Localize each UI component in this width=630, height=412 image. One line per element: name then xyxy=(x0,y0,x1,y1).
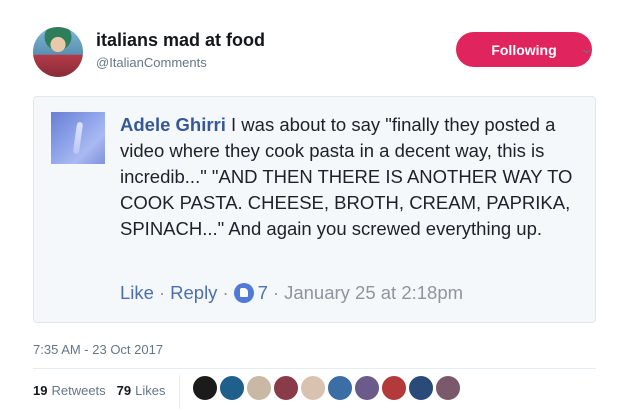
comment-actions: Like · Reply · 7 · January 25 at 2:18pm xyxy=(120,282,463,304)
account-display-name[interactable]: italians mad at food xyxy=(96,30,265,51)
comment-like-link: Like xyxy=(120,282,154,303)
comment-like-count: 7 xyxy=(257,282,268,303)
liker-avatar[interactable] xyxy=(435,375,461,401)
retweets-label: Retweets xyxy=(51,383,106,398)
liker-avatar[interactable] xyxy=(273,375,299,401)
likes-stat[interactable]: 79 Likes xyxy=(117,383,166,398)
separator-dot: · xyxy=(222,282,229,303)
tweet-stats: 19 Retweets 79 Likes xyxy=(33,383,177,398)
divider xyxy=(179,375,180,409)
following-button[interactable]: Following xyxy=(456,32,592,67)
likers-avatars xyxy=(192,375,462,401)
comment-reply-link: Reply xyxy=(170,282,218,303)
account-avatar[interactable] xyxy=(33,27,83,77)
retweets-stat[interactable]: 19 Retweets xyxy=(33,383,106,398)
liker-avatar[interactable] xyxy=(192,375,218,401)
retweets-count: 19 xyxy=(33,383,48,398)
chevron-down-icon[interactable]: ⌄ xyxy=(579,41,594,57)
liker-avatar[interactable] xyxy=(381,375,407,401)
comment-body: Adele Ghirri I was about to say "finally… xyxy=(120,112,580,242)
liker-avatar[interactable] xyxy=(300,375,326,401)
liker-avatar[interactable] xyxy=(354,375,380,401)
account-handle[interactable]: @ItalianComments xyxy=(96,55,207,70)
liker-avatar[interactable] xyxy=(219,375,245,401)
likes-count: 79 xyxy=(116,383,132,398)
comment-author: Adele Ghirri xyxy=(120,114,226,135)
divider xyxy=(33,368,596,369)
thumbs-up-icon xyxy=(233,283,254,303)
comment-date: January 25 at 2:18pm xyxy=(284,282,464,303)
embedded-comment-card[interactable]: Adele Ghirri I was about to say "finally… xyxy=(33,96,596,323)
liker-avatar[interactable] xyxy=(246,375,272,401)
tweet-header: italians mad at food @ItalianComments Fo… xyxy=(33,27,613,79)
commenter-avatar xyxy=(51,112,105,164)
likes-label: Likes xyxy=(135,383,166,398)
separator-dot: · xyxy=(272,282,280,303)
tweet-timestamp[interactable]: 7:35 AM - 23 Oct 2017 xyxy=(33,342,163,357)
separator-dot: · xyxy=(158,282,166,303)
liker-avatar[interactable] xyxy=(408,375,434,401)
liker-avatar[interactable] xyxy=(327,375,353,401)
